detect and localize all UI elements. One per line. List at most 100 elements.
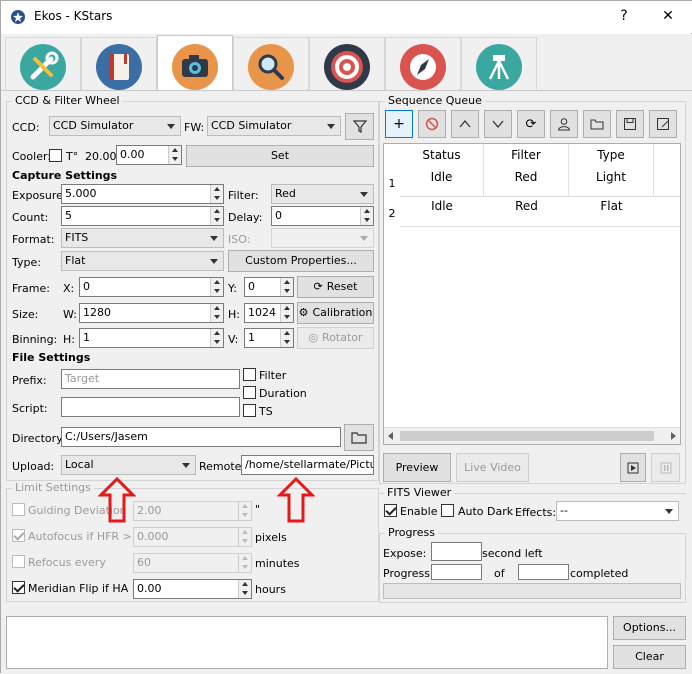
select-user-button[interactable] [550, 110, 578, 138]
reset-icon: ⟳ [313, 280, 323, 293]
tab-mount[interactable] [461, 37, 537, 91]
fw-select[interactable]: CCD Simulator [207, 116, 341, 136]
spin-arrows-icon[interactable] [210, 304, 223, 322]
scrollbar-thumb[interactable] [400, 431, 654, 441]
move-up-button[interactable] [451, 110, 479, 138]
bin-v-input[interactable]: 1 [244, 328, 294, 348]
tab-setup[interactable] [5, 37, 81, 91]
refocus-checkbox[interactable] [12, 555, 25, 568]
move-down-button[interactable] [484, 110, 512, 138]
refocus-input[interactable]: 60 [133, 553, 252, 573]
save-as-queue-button[interactable] [649, 110, 677, 138]
save-queue-button[interactable] [616, 110, 644, 138]
scroll-left-icon[interactable] [388, 432, 393, 440]
scroll-right-icon[interactable] [671, 432, 676, 440]
spin-arrows-icon[interactable] [210, 207, 223, 225]
guiding-checkbox[interactable] [12, 503, 25, 516]
ccd-select[interactable]: CCD Simulator [49, 116, 181, 136]
add-job-button[interactable]: + [385, 110, 413, 138]
horizontal-scrollbar[interactable] [384, 427, 680, 444]
browse-directory-button[interactable] [344, 424, 374, 451]
pause-sequence-button[interactable] [651, 453, 680, 482]
spin-arrows-icon[interactable] [210, 185, 223, 203]
cell-status-row2[interactable]: Idle [400, 199, 484, 213]
spin-arrows-icon[interactable] [210, 329, 223, 347]
row-number-1[interactable]: 1 [384, 177, 400, 190]
spin-arrows-icon[interactable] [168, 146, 181, 164]
upload-select[interactable]: Local [61, 455, 196, 475]
delay-input[interactable]: 0 [271, 206, 374, 226]
auto-dark-checkbox[interactable] [441, 504, 454, 517]
prefix-input[interactable]: Target [61, 369, 240, 389]
size-h-value: 1024 [248, 306, 276, 319]
spin-arrows-icon[interactable] [280, 278, 293, 296]
open-queue-button[interactable] [583, 110, 611, 138]
ts-checkbox[interactable] [243, 404, 256, 417]
remove-job-button[interactable] [418, 110, 446, 138]
tab-scheduler[interactable] [81, 37, 157, 91]
tab-guide[interactable] [385, 37, 461, 91]
fits-enable-checkbox[interactable] [384, 504, 397, 517]
spin-arrows-icon[interactable] [238, 528, 251, 546]
remote-input[interactable]: /home/stellarmate/Pictures [241, 455, 374, 475]
iso-select[interactable] [271, 228, 374, 248]
set-temp-button[interactable]: Set [186, 145, 374, 167]
column-type[interactable]: Type Light [569, 144, 654, 196]
red-arrow-upload-annotation [98, 477, 136, 523]
live-video-button[interactable]: Live Video [456, 453, 529, 482]
spin-arrows-icon[interactable] [238, 554, 251, 572]
close-button[interactable]: ✕ [655, 5, 681, 27]
custom-properties-button[interactable]: Custom Properties... [228, 250, 374, 272]
row-number-2[interactable]: 2 [384, 207, 400, 220]
temp-setpoint[interactable]: 0.00 [116, 145, 182, 165]
autofocus-input[interactable]: 0.000 [133, 527, 252, 547]
guiding-input[interactable]: 2.00 [133, 501, 252, 521]
format-select[interactable]: FITS [61, 228, 224, 248]
column-status[interactable]: Status Idle [400, 144, 484, 196]
tab-capture[interactable] [157, 35, 233, 91]
sequence-table[interactable]: Status Idle Filter Red Type Light 1 2 Id… [383, 143, 681, 445]
clear-button[interactable]: Clear [613, 645, 686, 669]
frame-x-input[interactable]: 0 [79, 277, 224, 297]
rotator-button[interactable]: ◎ Rotator [297, 327, 374, 349]
frame-y-input[interactable]: 0 [244, 277, 294, 297]
type-select[interactable]: Flat [61, 251, 224, 271]
log-area[interactable] [6, 616, 608, 669]
size-h-input[interactable]: 1024 [244, 303, 294, 323]
spin-arrows-icon[interactable] [210, 278, 223, 296]
cell-filter-row2[interactable]: Red [484, 199, 569, 213]
spin-arrows-icon[interactable] [238, 580, 251, 598]
tab-align[interactable] [309, 37, 385, 91]
calibration-button[interactable]: ⚙ Calibration [297, 302, 374, 324]
cell-type-row2[interactable]: Flat [569, 199, 654, 213]
reset-button[interactable]: ⟳ Reset [297, 276, 374, 298]
script-input[interactable] [61, 397, 240, 417]
autofocus-checkbox[interactable] [12, 529, 25, 542]
spin-arrows-icon[interactable] [280, 329, 293, 347]
tab-focus[interactable] [233, 37, 309, 91]
spin-arrows-icon[interactable] [360, 207, 373, 225]
effects-select[interactable]: -- [556, 501, 679, 521]
filter-select[interactable]: Red [271, 184, 374, 204]
bin-h-input[interactable]: 1 [79, 328, 224, 348]
start-sequence-button[interactable] [620, 453, 646, 482]
size-w-label: W: [63, 308, 77, 321]
directory-input[interactable]: C:/Users/Jasem [61, 427, 341, 447]
size-w-input[interactable]: 1280 [79, 303, 224, 323]
meridian-input[interactable]: 0.00 [133, 579, 252, 599]
cooler-checkbox[interactable] [49, 149, 62, 162]
spin-arrows-icon[interactable] [280, 304, 293, 322]
help-button[interactable]: ? [611, 5, 637, 27]
exposure-input[interactable]: 5.000 [61, 184, 224, 204]
options-button[interactable]: Options... [613, 616, 686, 640]
filter-settings-button[interactable] [345, 113, 374, 140]
reset-queue-button[interactable]: ⟳ [517, 110, 545, 138]
filter-checkbox[interactable] [243, 368, 256, 381]
cooler-label: Cooler: [12, 150, 51, 163]
duration-checkbox[interactable] [243, 386, 256, 399]
preview-button[interactable]: Preview [383, 453, 451, 482]
spin-arrows-icon[interactable] [238, 502, 251, 520]
column-filter[interactable]: Filter Red [484, 144, 569, 196]
count-input[interactable]: 5 [61, 206, 224, 226]
meridian-checkbox[interactable] [12, 581, 25, 594]
